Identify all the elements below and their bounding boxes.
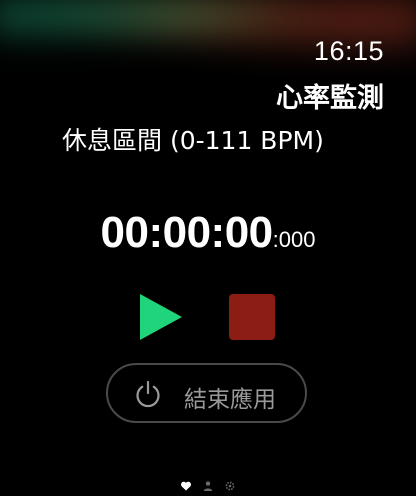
stopwatch-milliseconds: :000 (272, 227, 316, 252)
page-indicator (178, 480, 240, 494)
status-time: 16:15 (313, 36, 384, 66)
play-button[interactable] (134, 290, 188, 344)
play-icon (140, 294, 182, 340)
person-icon[interactable] (202, 480, 214, 492)
heart-icon[interactable] (180, 480, 192, 492)
watch-screen: 16:15 心率監測 休息區間 (0-111 BPM) 00:00:00:000… (0, 0, 416, 496)
stopwatch-display: 00:00:00:000 (0, 208, 416, 258)
stopwatch-time: 00:00:00 (100, 208, 274, 257)
heart-rate-zone-label: 休息區間 (0-111 BPM) (62, 126, 324, 155)
end-app-label: 結束應用 (184, 387, 276, 413)
stop-button[interactable] (229, 294, 275, 340)
gear-icon[interactable] (224, 480, 236, 492)
power-icon (136, 380, 160, 408)
end-app-button[interactable]: 結束應用 (106, 363, 307, 423)
app-title: 心率監測 (276, 83, 384, 114)
